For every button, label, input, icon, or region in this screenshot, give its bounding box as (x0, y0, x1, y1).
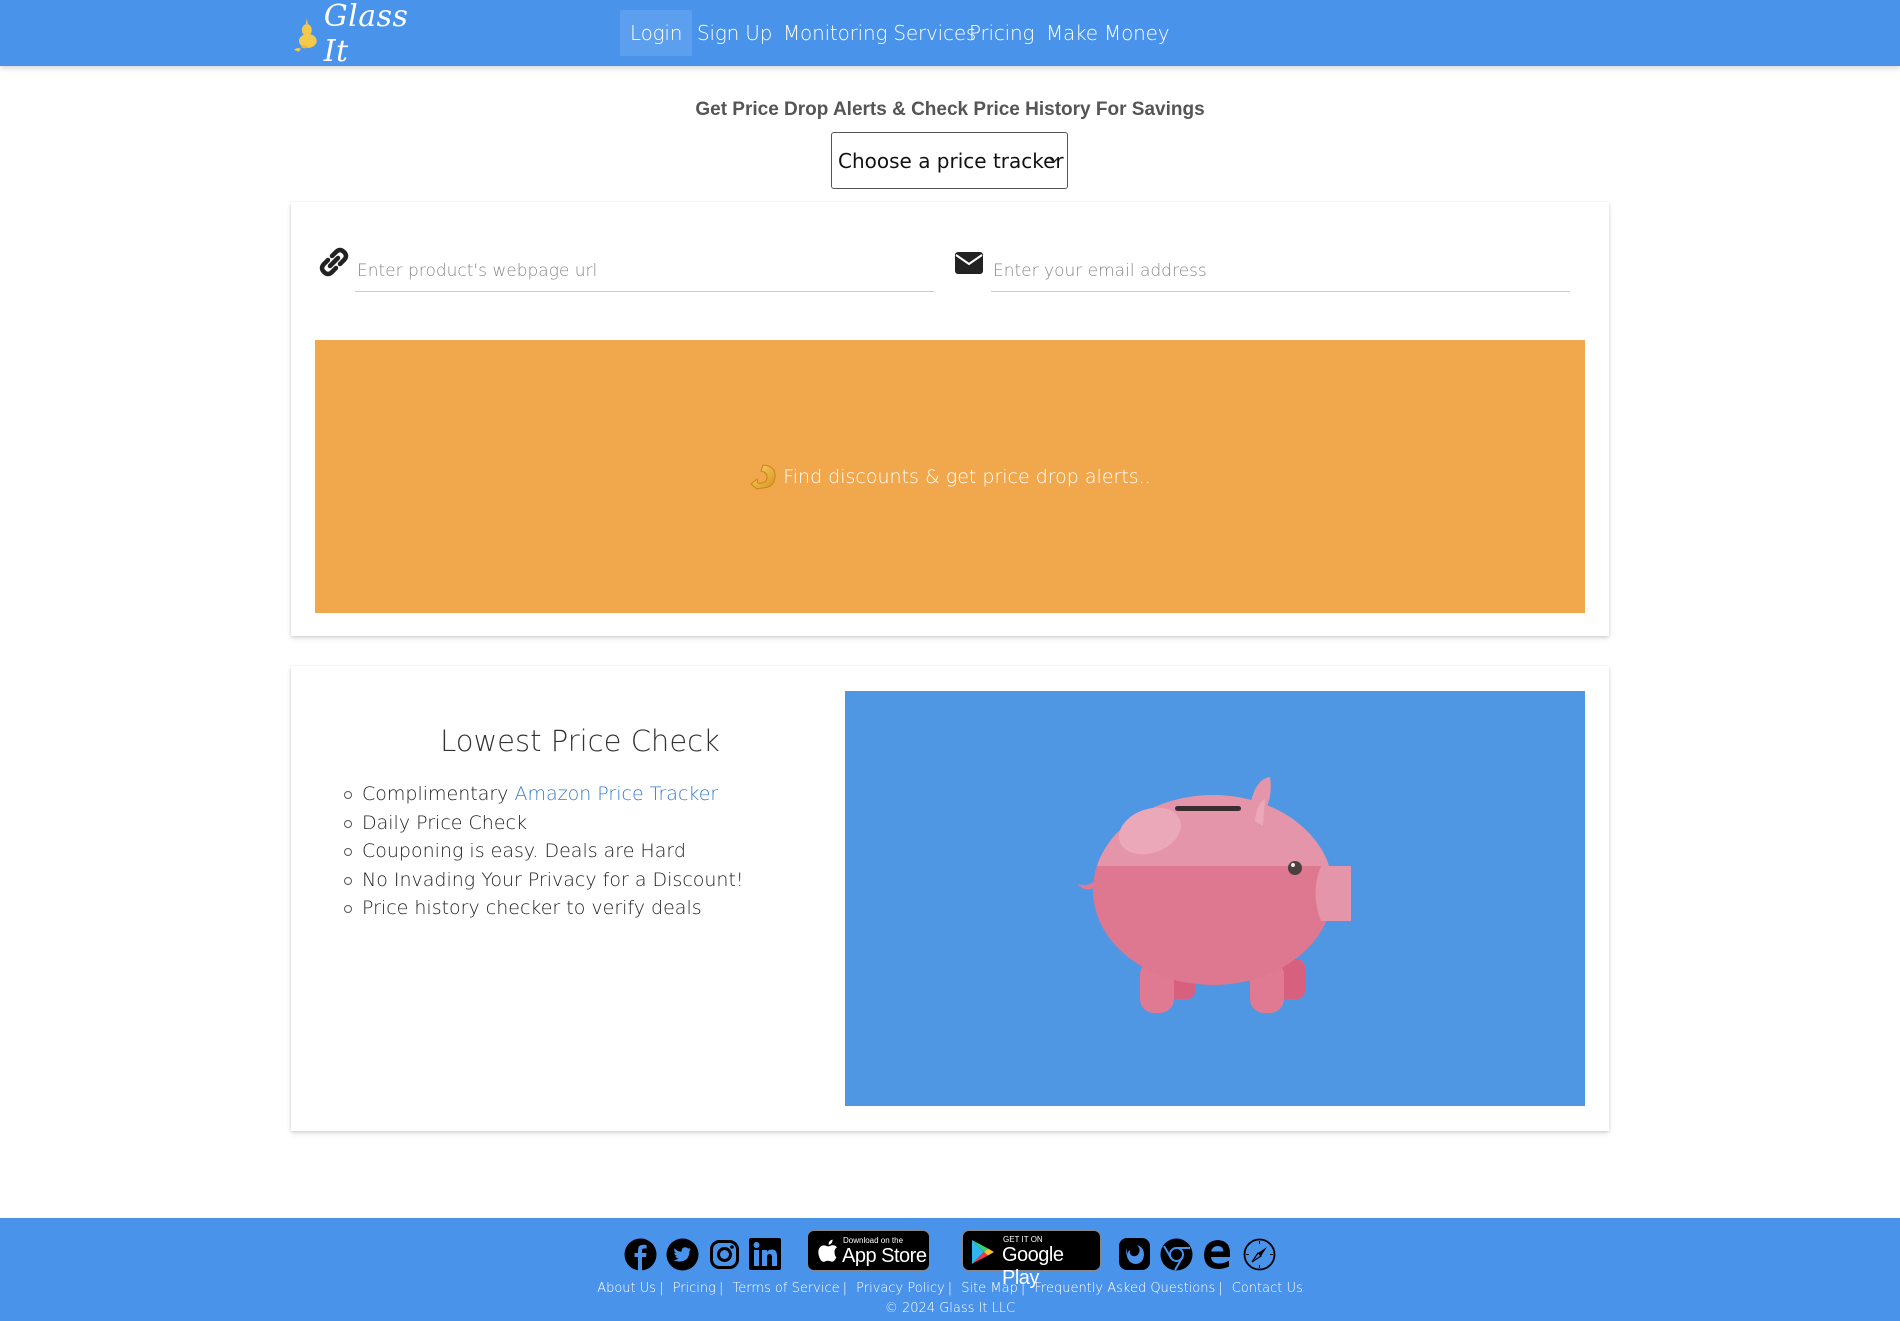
app-store-small-text: Download on the (843, 1236, 904, 1245)
footer-links: About Us | Pricing | Terms of Service | Pri… (0, 1281, 1900, 1296)
app-store-big-text: App Store (842, 1245, 927, 1267)
separator: | (1020, 1281, 1026, 1296)
facebook-icon[interactable] (624, 1238, 657, 1271)
google-play-small-text: GET IT ON (1003, 1235, 1043, 1244)
piggy-bank-icon (1078, 777, 1351, 1013)
list-item-text: Daily Price Check (362, 811, 527, 834)
nav-sign-up[interactable]: Sign Up (687, 10, 782, 56)
intro-heading: Get Price Drop Alerts & Check Price Hist… (695, 99, 1205, 120)
footer-link-faq[interactable]: Frequently Asked Questions (1034, 1281, 1215, 1296)
copyright: © 2024 Glass It LLC (884, 1301, 1016, 1316)
footer-link-privacy[interactable]: Privacy Policy (856, 1281, 945, 1296)
list-item: No Invading Your Privacy for a Discount! (340, 866, 744, 895)
list-item-text: No Invading Your Privacy for a Discount! (362, 868, 744, 891)
feature-list: Complimentary Amazon Price Tracker Daily… (340, 780, 744, 923)
edge-icon[interactable] (1203, 1239, 1232, 1269)
apple-icon (818, 1239, 837, 1262)
instagram-icon[interactable] (710, 1240, 739, 1269)
nav-monitoring-services[interactable]: Monitoring Services (773, 10, 986, 56)
bullet-icon (344, 876, 352, 885)
brand-name: Glass It (323, 0, 409, 69)
bullet-icon (344, 791, 352, 799)
nav-login[interactable]: Login (620, 10, 693, 56)
bullet-icon (344, 905, 352, 913)
list-item: Couponing is easy. Deals are Hard (340, 837, 744, 866)
bullet-icon (344, 848, 352, 856)
safari-icon[interactable] (1243, 1238, 1276, 1271)
price-tracker-select[interactable]: Choose a price tracker (831, 132, 1068, 189)
list-item: Price history checker to verify deals (340, 894, 744, 923)
firefox-icon[interactable] (1119, 1238, 1150, 1270)
chevron-down-icon (1049, 157, 1059, 163)
google-play-badge[interactable]: GET IT ON Google Play (962, 1230, 1101, 1289)
linkedin-icon[interactable] (749, 1238, 781, 1270)
footer-link-about-us[interactable]: About Us (597, 1281, 656, 1296)
separator: | (947, 1281, 953, 1296)
twitter-icon[interactable] (666, 1238, 699, 1271)
nav-make-money[interactable]: Make Money (1036, 10, 1179, 56)
footer-link-pricing[interactable]: Pricing (673, 1281, 716, 1296)
lowest-price-heading: Lowest Price Check (440, 724, 720, 758)
separator: | (659, 1281, 664, 1296)
amazon-price-tracker-link[interactable]: Amazon Price Tracker (514, 783, 718, 805)
list-item: Complimentary Amazon Price Tracker (340, 780, 744, 809)
footer-link-site-map[interactable]: Site Map (961, 1281, 1018, 1296)
curved-arrow-icon (750, 464, 776, 490)
piggy-bank-image (845, 691, 1585, 1106)
envelope-icon (955, 252, 983, 274)
footer-link-contact-us[interactable]: Contact Us (1232, 1281, 1303, 1296)
bullet-icon (344, 819, 352, 828)
product-url-input[interactable] (355, 250, 934, 292)
email-input[interactable] (991, 250, 1570, 292)
footer: Download on the App Store GET IT ON Goog… (0, 1218, 1900, 1321)
separator: | (718, 1281, 724, 1296)
find-discounts-button[interactable]: Find discounts & get price drop alerts.. (315, 340, 1585, 613)
footer-link-terms[interactable]: Terms of Service (733, 1281, 840, 1296)
chrome-icon[interactable] (1160, 1238, 1193, 1271)
list-item-text: Couponing is easy. Deals are Hard (362, 840, 686, 862)
find-discounts-label: Find discounts & get price drop alerts.. (783, 465, 1151, 488)
list-item-text: Complimentary (362, 783, 515, 805)
app-store-badge[interactable]: Download on the App Store (807, 1230, 930, 1271)
list-item: Daily Price Check (340, 809, 744, 838)
link-icon (319, 247, 349, 277)
list-item-text: Price history checker to verify deals (362, 897, 702, 919)
price-tracker-select-value: Choose a price tracker (838, 148, 1064, 173)
genie-icon (293, 18, 317, 52)
top-navbar: Glass It Login Sign Up Monitoring Servic… (0, 0, 1900, 69)
nav-pricing[interactable]: Pricing (959, 10, 1044, 56)
google-play-icon (972, 1240, 994, 1264)
brand-logo[interactable]: Glass It (292, 0, 442, 69)
separator: | (1218, 1281, 1223, 1296)
separator: | (842, 1281, 848, 1296)
